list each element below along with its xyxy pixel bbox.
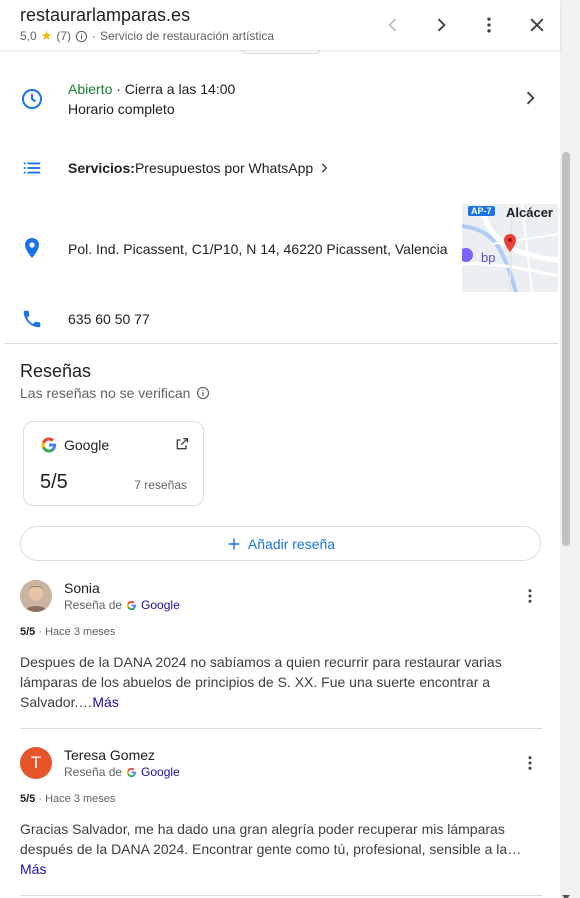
review-score: 5/5 xyxy=(20,626,36,638)
review-more-icon[interactable] xyxy=(519,585,541,607)
card-review-count: 7 reseñas xyxy=(134,478,187,492)
avatar[interactable] xyxy=(20,580,52,612)
open-status: Abierto xyxy=(68,81,113,97)
reviews-note-line: Las reseñas no se verifican xyxy=(20,385,210,401)
rating-count[interactable]: (7) xyxy=(56,29,71,43)
phone-icon xyxy=(20,307,44,331)
review-item: T Teresa Gomez Reseña de Google 5/5 · Ha… xyxy=(0,745,558,895)
review-source-prefix: Reseña de xyxy=(64,598,123,612)
list-icon xyxy=(20,156,44,180)
panel-header: restaurarlamparas.es 5,0 ★ (7) · Servici… xyxy=(0,0,560,50)
hours-row[interactable]: Abierto · Cierra a las 14:00 Horario com… xyxy=(4,66,558,133)
review-text: Gracias Salvador, me ha dado una gran al… xyxy=(20,821,522,857)
services-label: Servicios: xyxy=(68,160,135,176)
review-more-link[interactable]: Más xyxy=(20,861,46,877)
phone-row[interactable]: 635 60 50 77 xyxy=(4,293,558,344)
map-thumbnail[interactable]: AP-7 Alcácer bp xyxy=(462,204,558,292)
review-divider xyxy=(20,895,542,896)
google-reviews-card[interactable]: Google 5/5 7 reseñas xyxy=(23,421,204,506)
plus-icon xyxy=(226,536,242,552)
star-icon: ★ xyxy=(40,28,53,43)
review-more-icon[interactable] xyxy=(519,752,541,774)
google-g-icon xyxy=(40,436,58,459)
google-g-icon xyxy=(126,600,137,611)
address-row[interactable]: Pol. Ind. Picassent, C1/P10, N 14, 46220… xyxy=(4,204,558,294)
address-text: Pol. Ind. Picassent, C1/P10, N 14, 46220… xyxy=(68,241,448,257)
reviews-title: Reseñas xyxy=(20,361,92,381)
review-time: · Hace 3 meses xyxy=(38,626,116,638)
review-source: Reseña de Google xyxy=(64,598,180,612)
google-g-icon xyxy=(126,767,137,778)
add-review-label: Añadir reseña xyxy=(247,535,336,552)
card-score: 5/5 xyxy=(40,471,68,493)
services-value: Presupuestos por WhatsApp xyxy=(134,160,314,176)
full-hours-label: Horario completo xyxy=(68,101,175,117)
place-panel: restaurarlamparas.es 5,0 ★ (7) · Servici… xyxy=(0,0,580,898)
clock-icon xyxy=(20,87,44,111)
review-meta: 5/5 · Hace 3 meses xyxy=(20,626,115,638)
map-road-label: AP-7 xyxy=(468,206,495,216)
phone-number: 635 60 50 77 xyxy=(68,311,150,327)
add-review-button[interactable]: Añadir reseña xyxy=(20,526,541,561)
review-meta: 5/5 · Hace 3 meses xyxy=(20,793,115,805)
back-chevron-icon[interactable] xyxy=(380,12,406,38)
review-text-block: Gracias Salvador, me ha dado una gran al… xyxy=(20,819,542,879)
rating-value: 5,0 xyxy=(20,29,37,43)
review-time: · Hace 3 meses xyxy=(38,793,116,805)
review-more-link[interactable]: Más xyxy=(92,694,118,710)
services-row[interactable]: Servicios: Presupuestos por WhatsApp xyxy=(4,132,558,205)
closing-time: · Cierra a las 14:00 xyxy=(112,81,236,97)
review-score: 5/5 xyxy=(20,793,36,805)
review-divider xyxy=(20,728,542,729)
scroll-down-arrow-icon[interactable] xyxy=(562,888,570,898)
review-source-prefix: Reseña de xyxy=(64,765,123,779)
forward-chevron-icon[interactable] xyxy=(428,12,454,38)
hours-status-line: Abierto · Cierra a las 14:00 xyxy=(68,81,235,97)
open-external-icon xyxy=(174,436,190,457)
more-vert-icon[interactable] xyxy=(476,12,502,38)
services-line: Servicios: Presupuestos por WhatsApp xyxy=(68,160,331,176)
reviewer-name[interactable]: Teresa Gomez xyxy=(64,747,155,763)
place-title: restaurarlamparas.es xyxy=(20,5,191,25)
info-icon[interactable] xyxy=(196,386,210,400)
review-item: Sonia Reseña de Google 5/5 · Hace 3 mese… xyxy=(0,578,558,728)
location-pin-icon xyxy=(20,236,44,260)
reviewer-name[interactable]: Sonia xyxy=(64,580,100,596)
close-icon[interactable] xyxy=(524,12,550,38)
scrollbar-thumb[interactable] xyxy=(562,152,570,546)
review-text-block: Despues de la DANA 2024 no sabíamos a qu… xyxy=(20,652,542,712)
avatar[interactable]: T xyxy=(20,747,52,779)
map-town-label: Alcácer xyxy=(506,205,553,220)
reviews-note: Las reseñas no se verifican xyxy=(20,385,191,401)
review-source-link[interactable]: Google xyxy=(141,598,180,612)
review-source: Reseña de Google xyxy=(64,765,180,779)
review-source-link[interactable]: Google xyxy=(141,765,180,779)
map-poi-label: bp xyxy=(481,250,496,265)
separator-dot: · xyxy=(92,29,97,43)
chevron-right-small-icon xyxy=(317,161,331,175)
card-source: Google xyxy=(64,437,110,453)
info-icon[interactable] xyxy=(75,30,88,43)
rating-line: 5,0 ★ (7) · Servicio de restauración art… xyxy=(20,28,274,44)
place-category: Servicio de restauración artística xyxy=(100,29,275,43)
chevron-right-icon xyxy=(520,88,540,113)
